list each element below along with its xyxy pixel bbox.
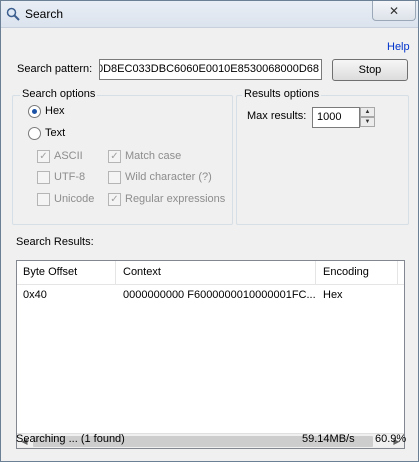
utf8-checkbox[interactable] bbox=[37, 171, 50, 184]
wild-character-label: Wild character (?) bbox=[125, 171, 212, 183]
status-speed: 59.14MB/s bbox=[302, 433, 355, 445]
max-results-input[interactable]: 1000 bbox=[312, 107, 360, 128]
text-label: Text bbox=[45, 127, 66, 139]
unicode-checkbox[interactable] bbox=[37, 193, 50, 206]
search-pattern-label: Search pattern: bbox=[17, 63, 93, 75]
max-results-label: Max results: bbox=[247, 110, 307, 122]
window-title: Search bbox=[25, 7, 64, 21]
status-progress: 60.9% bbox=[375, 433, 407, 445]
header-divider bbox=[17, 284, 404, 285]
results-options-title: Results options bbox=[242, 88, 322, 100]
row-byte-offset: 0x40 bbox=[23, 289, 47, 301]
search-options-title: Search options bbox=[20, 88, 98, 100]
column-header-s[interactable]: S bbox=[399, 261, 404, 284]
search-pattern-value: 0D8EC033DBC6060E0010E8530068000D68 bbox=[99, 63, 319, 75]
search-window: Search ✕ Help Search pattern: 0D8EC033DB… bbox=[0, 0, 419, 462]
search-pattern-input[interactable]: 0D8EC033DBC6060E0010E8530068000D68 bbox=[99, 59, 322, 80]
status-text: Searching ... (1 found) bbox=[16, 433, 125, 445]
results-list[interactable]: Byte Offset Context Encoding S 0x40 0000… bbox=[16, 260, 405, 449]
ascii-label: ASCII bbox=[54, 150, 83, 162]
search-results-label: Search Results: bbox=[16, 236, 94, 248]
unicode-label: Unicode bbox=[54, 193, 95, 205]
column-header-context[interactable]: Context bbox=[117, 261, 316, 284]
max-results-up-button[interactable]: ▲ bbox=[360, 107, 375, 117]
match-case-label: Match case bbox=[125, 150, 182, 162]
dialog-body: Help Search pattern: 0D8EC033DBC6060E001… bbox=[4, 29, 415, 459]
regex-label: Regular expressions bbox=[125, 193, 226, 205]
wild-character-checkbox[interactable] bbox=[108, 171, 121, 184]
hex-radio[interactable] bbox=[28, 105, 41, 118]
regex-checkbox[interactable]: ✓ bbox=[108, 193, 121, 206]
row-context: 0000000000 F6000000010000001FC... bbox=[123, 289, 315, 301]
column-header-encoding[interactable]: Encoding bbox=[317, 261, 398, 284]
search-app-icon bbox=[6, 7, 20, 21]
max-results-down-button[interactable]: ▼ bbox=[360, 117, 375, 127]
row-encoding: Hex bbox=[323, 289, 343, 301]
text-radio[interactable] bbox=[28, 127, 41, 140]
help-link[interactable]: Help bbox=[387, 41, 410, 53]
max-results-value: 1000 bbox=[317, 111, 342, 123]
title-bar: Search ✕ bbox=[1, 1, 418, 28]
hex-label: Hex bbox=[45, 105, 65, 117]
ascii-checkbox[interactable]: ✓ bbox=[37, 150, 50, 163]
close-icon: ✕ bbox=[388, 3, 400, 18]
column-header-byte-offset[interactable]: Byte Offset bbox=[17, 261, 116, 284]
stop-button[interactable]: Stop bbox=[332, 59, 408, 81]
close-button[interactable]: ✕ bbox=[372, 1, 416, 21]
utf8-label: UTF-8 bbox=[54, 171, 86, 183]
match-case-checkbox[interactable]: ✓ bbox=[108, 150, 121, 163]
